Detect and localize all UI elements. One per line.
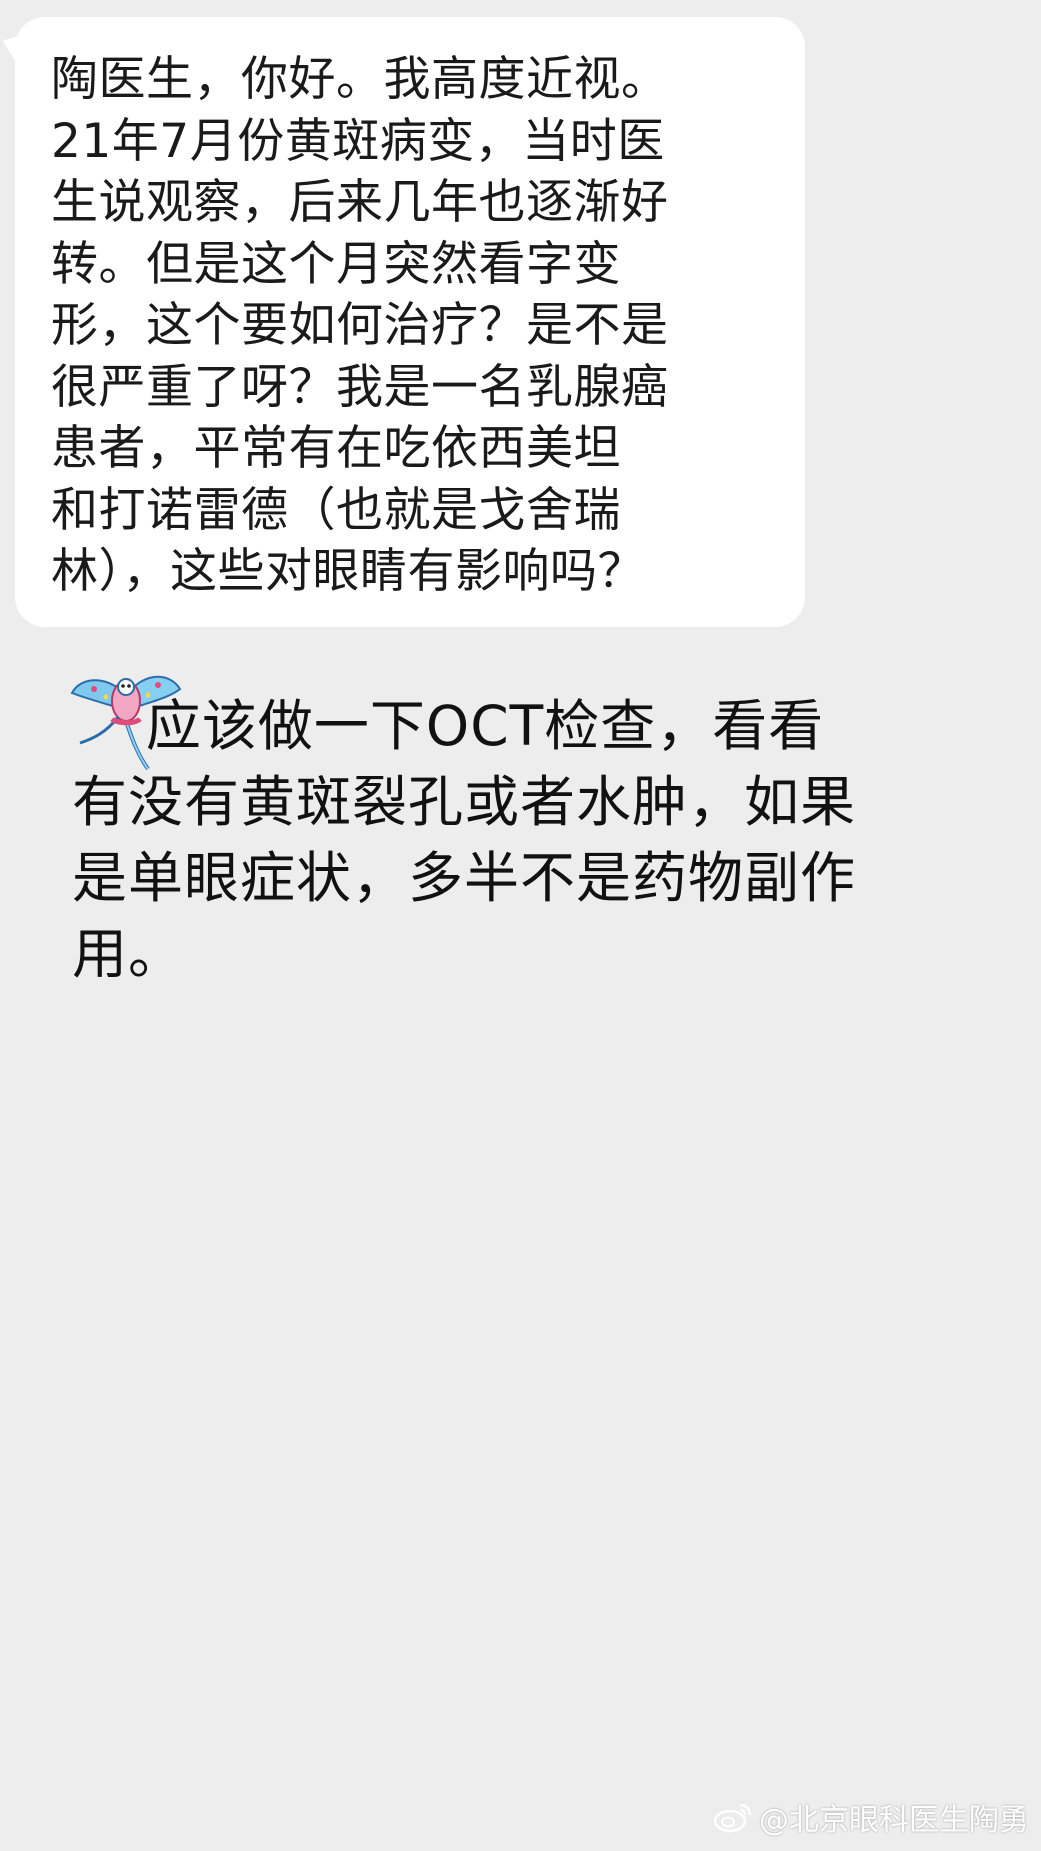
message-line: 很严重了呀？我是一名乳腺癌 [51,359,669,415]
message-line: 形，这个要如何治疗？是不是 [51,298,669,353]
message-line: 21年7月份黄斑病变，当时医 [51,113,665,169]
incoming-message-text: 陶医生，你好。我高度近视。 21年7月份黄斑病变，当时医 生说观察，后来几年也逐… [51,49,785,603]
message-line: 林），这些对眼睛有影响吗？ [51,544,645,599]
message-line: 和打诺雷德（也就是戈舍瑞 [51,482,621,538]
message-line: 用。 [72,922,185,986]
reply-message-text: 应该做一下OCT检查，看看 有没有黄斑裂孔或者水肿，如果 是单眼症状，多半不是药… [72,688,1002,992]
watermark: @北京眼科医生陶勇 [713,1795,1029,1839]
incoming-message-bubble[interactable]: 陶医生，你好。我高度近视。 21年7月份黄斑病变，当时医 生说观察，后来几年也逐… [15,17,805,627]
reply-message[interactable]: 应该做一下OCT检查，看看 有没有黄斑裂孔或者水肿，如果 是单眼症状，多半不是药… [72,688,1002,992]
message-line: 陶医生，你好。我高度近视。 [51,52,669,107]
message-line: 应该做一下OCT检查，看看 [72,694,825,758]
message-line: 是单眼症状，多半不是药物副作 [72,846,857,910]
chat-area: 陶医生，你好。我高度近视。 21年7月份黄斑病变，当时医 生说观察，后来几年也逐… [0,0,1041,1851]
message-line: 转。但是这个月突然看字变 [51,236,621,292]
watermark-text: @北京眼科医生陶勇 [759,1803,1029,1838]
message-line: 有没有黄斑裂孔或者水肿，如果 [72,770,857,834]
message-line: 患者，平常有在吃依西美坦 [51,421,621,476]
weibo-icon [713,1800,753,1834]
message-line: 生说观察，后来几年也逐渐好 [51,175,669,230]
